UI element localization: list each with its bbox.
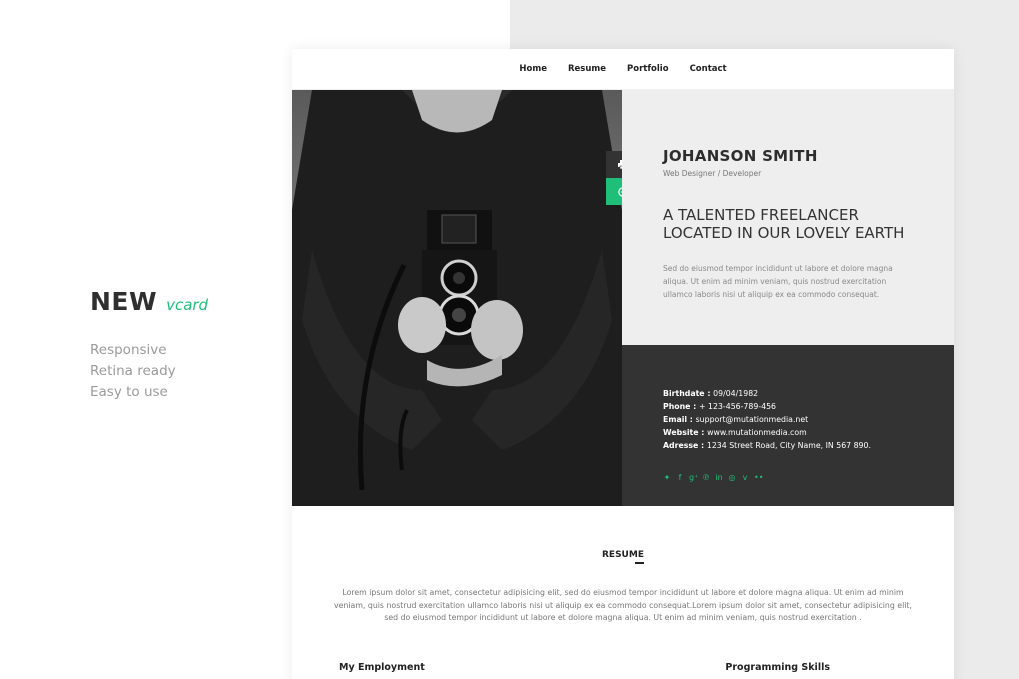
photographer-illustration	[292, 90, 622, 506]
profile-intro-text: Sed do eiusmod tempor incididunt ut labo…	[663, 264, 893, 299]
detail-value[interactable]: www.mutationmedia.com	[707, 428, 807, 437]
detail-row-address: Adresse : 1234 Street Road, City Name, I…	[663, 441, 871, 450]
profile-photo	[292, 90, 622, 506]
google-plus-icon[interactable]: g⁺	[689, 473, 698, 483]
promo-new-label: NEW	[90, 287, 158, 316]
detail-row-phone: Phone : + 123-456-789-456	[663, 402, 777, 411]
feature-item: Retina ready	[90, 363, 176, 379]
detail-label: Phone	[663, 402, 691, 411]
tagline-line: LOCATED IN OUR LOVELY EARTH	[663, 224, 905, 242]
resume-subsections: My Employment Programming Skills	[292, 625, 954, 673]
top-nav: Home Resume Portfolio Contact	[292, 49, 954, 90]
social-links: ✦ f g⁺ ℗ in ◎ v ••	[663, 473, 954, 483]
profile-tagline: A TALENTED FREELANCER LOCATED IN OUR LOV…	[663, 206, 923, 242]
vcard-page-preview: Home Resume Portfolio Contact JOHANSON S…	[292, 49, 954, 679]
employment-heading: My Employment	[339, 661, 425, 673]
linkedin-icon[interactable]: in	[715, 473, 723, 483]
facebook-icon[interactable]: f	[676, 473, 684, 483]
promo-vcard-label: vcard	[166, 296, 209, 314]
feature-item: Easy to use	[90, 384, 168, 400]
profile-intro: JOHANSON SMITH Web Designer / Developer …	[622, 90, 954, 345]
detail-row-birthdate: Birthdate : 09/04/1982	[663, 389, 759, 398]
pinterest-icon[interactable]: ℗	[702, 473, 710, 483]
nav-item-contact[interactable]: Contact	[690, 64, 727, 74]
resume-heading: RESUME	[602, 550, 644, 564]
nav-item-portfolio[interactable]: Portfolio	[627, 64, 669, 74]
detail-value[interactable]: support@mutationmedia.net	[696, 415, 809, 424]
detail-label: Adresse	[663, 441, 699, 450]
resume-section: RESUME Lorem ipsum dolor sit amet, conse…	[292, 506, 954, 673]
detail-value: 1234 Street Road, City Name, IN 567 890.	[706, 441, 871, 450]
resume-intro-text: Lorem ipsum dolor sit amet, consectetur …	[334, 588, 912, 623]
promo-title: NEW vcard	[90, 287, 208, 316]
feature-list: Responsive Retina ready Easy to use	[90, 340, 208, 403]
vimeo-icon[interactable]: v	[741, 473, 749, 483]
flickr-icon[interactable]: ••	[754, 473, 763, 483]
programming-skills-heading: Programming Skills	[725, 661, 830, 673]
profile-side-panel: JOHANSON SMITH Web Designer / Developer …	[622, 90, 954, 506]
dribbble-icon[interactable]: ◎	[728, 473, 736, 483]
tagline-line: A TALENTED FREELANCER	[663, 206, 859, 224]
profile-details: Birthdate : 09/04/1982 Phone : + 123-456…	[622, 345, 954, 506]
profile-role: Web Designer / Developer	[663, 169, 762, 178]
hero-section: JOHANSON SMITH Web Designer / Developer …	[292, 90, 954, 506]
nav-item-home[interactable]: Home	[519, 64, 547, 74]
profile-name: JOHANSON SMITH	[663, 147, 818, 165]
detail-value: + 123-456-789-456	[699, 402, 777, 411]
detail-label: Website	[663, 428, 699, 437]
feature-item: Responsive	[90, 342, 167, 358]
detail-row-website: Website : www.mutationmedia.com	[663, 428, 807, 437]
nav-item-resume[interactable]: Resume	[568, 64, 606, 74]
detail-label: Email	[663, 415, 688, 424]
twitter-icon[interactable]: ✦	[663, 473, 671, 483]
detail-row-email: Email : support@mutationmedia.net	[663, 415, 809, 424]
detail-label: Birthdate	[663, 389, 705, 398]
promo-block: NEW vcard Responsive Retina ready Easy t…	[90, 287, 208, 403]
detail-value: 09/04/1982	[713, 389, 759, 398]
